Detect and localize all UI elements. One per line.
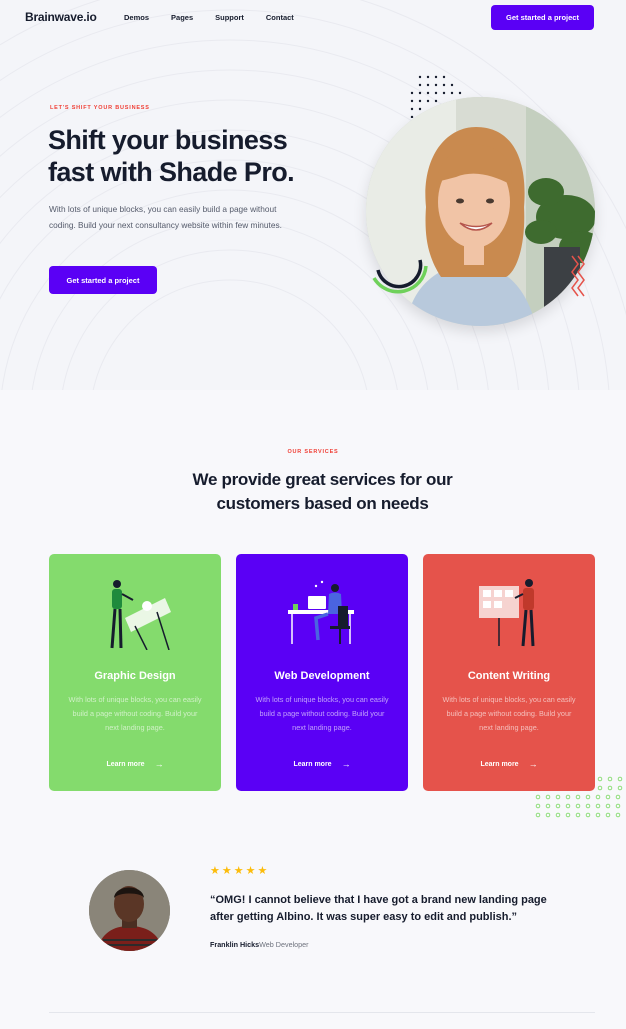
card-title: Graphic Design xyxy=(94,670,176,682)
hero-description: With lots of unique blocks, you can easi… xyxy=(49,204,282,230)
services-eyebrow: OUR SERVICES xyxy=(287,449,339,455)
hero-section: Brainwave.io Demos Pages Support Contact… xyxy=(0,0,626,390)
footer-divider xyxy=(49,1012,595,1013)
hero-get-started-button[interactable]: Get started a project xyxy=(49,266,157,294)
learn-more-label: Learn more xyxy=(106,760,145,768)
nav-links: Demos Pages Support Contact xyxy=(124,13,316,22)
learn-more-link[interactable]: Learn more → xyxy=(236,759,408,769)
star-icon: ★ xyxy=(245,865,256,877)
author-role: Web Developer xyxy=(259,940,309,949)
card-description: With lots of unique blocks, you can easi… xyxy=(68,695,202,732)
testimonial-quote: “OMG! I cannot believe that I have got a… xyxy=(210,892,570,926)
testimonial-author: Franklin HicksWeb Developer xyxy=(210,940,309,949)
star-icon: ★ xyxy=(257,865,268,877)
quote-line-2: after getting Albino. It was super easy … xyxy=(210,911,518,923)
arrow-right-icon: → xyxy=(341,759,351,769)
testimonial-avatar xyxy=(89,870,170,951)
card-title: Content Writing xyxy=(467,670,551,682)
nav-link-support[interactable]: Support xyxy=(215,13,244,22)
nav-link-pages[interactable]: Pages xyxy=(171,13,193,22)
learn-more-link[interactable]: Learn more → xyxy=(49,759,221,769)
service-card-graphic-design: Graphic Design With lots of unique block… xyxy=(49,554,221,791)
author-name: Franklin Hicks xyxy=(210,940,260,949)
service-card-web-development: Web Development With lots of unique bloc… xyxy=(236,554,408,791)
nav-get-started-button[interactable]: Get started a project xyxy=(491,5,594,30)
hero-decorative-shapes xyxy=(372,255,585,297)
star-icon: ★ xyxy=(210,865,220,877)
nav-link-demos[interactable]: Demos xyxy=(124,13,149,22)
hero-title: Shift your business fast with Shade Pro. xyxy=(48,124,348,188)
services-title-line-1: We provide great services for our xyxy=(192,470,453,489)
star-icon: ★ xyxy=(233,865,244,877)
hero-eyebrow: LET'S SHIFT YOUR BUSINESS xyxy=(50,105,150,111)
hero-title-line-2: fast with Shade Pro. xyxy=(48,157,295,187)
services-title-line-2: customers based on needs xyxy=(216,494,429,513)
top-navigation: Brainwave.io Demos Pages Support Contact… xyxy=(0,0,626,36)
star-icon: ★ xyxy=(221,865,232,877)
man-portrait-illustration xyxy=(89,870,170,951)
rating-stars: ★ ★ ★ ★ ★ xyxy=(210,864,267,877)
quote-line-1: “OMG! I cannot believe that I have got a… xyxy=(210,894,547,906)
learn-more-label: Learn more xyxy=(293,760,332,768)
services-title: We provide great services for our custom… xyxy=(150,468,495,516)
learn-more-label: Learn more xyxy=(480,760,519,768)
graphic-design-illustration xyxy=(110,580,171,650)
arrow-right-icon: → xyxy=(154,759,164,769)
web-development-illustration xyxy=(288,580,354,644)
arrow-right-icon: → xyxy=(528,759,538,769)
nav-link-contact[interactable]: Contact xyxy=(266,13,294,22)
card-title: Web Development xyxy=(274,670,370,682)
learn-more-link[interactable]: Learn more → xyxy=(423,759,595,769)
service-card-content-writing: Content Writing With lots of unique bloc… xyxy=(423,554,595,791)
card-description: With lots of unique blocks, you can easi… xyxy=(255,695,389,732)
card-description: With lots of unique blocks, you can easi… xyxy=(442,695,576,732)
hero-title-line-1: Shift your business xyxy=(48,125,288,155)
dot-pattern-green xyxy=(535,776,623,818)
site-logo[interactable]: Brainwave.io xyxy=(25,10,97,24)
content-writing-illustration xyxy=(479,579,535,647)
